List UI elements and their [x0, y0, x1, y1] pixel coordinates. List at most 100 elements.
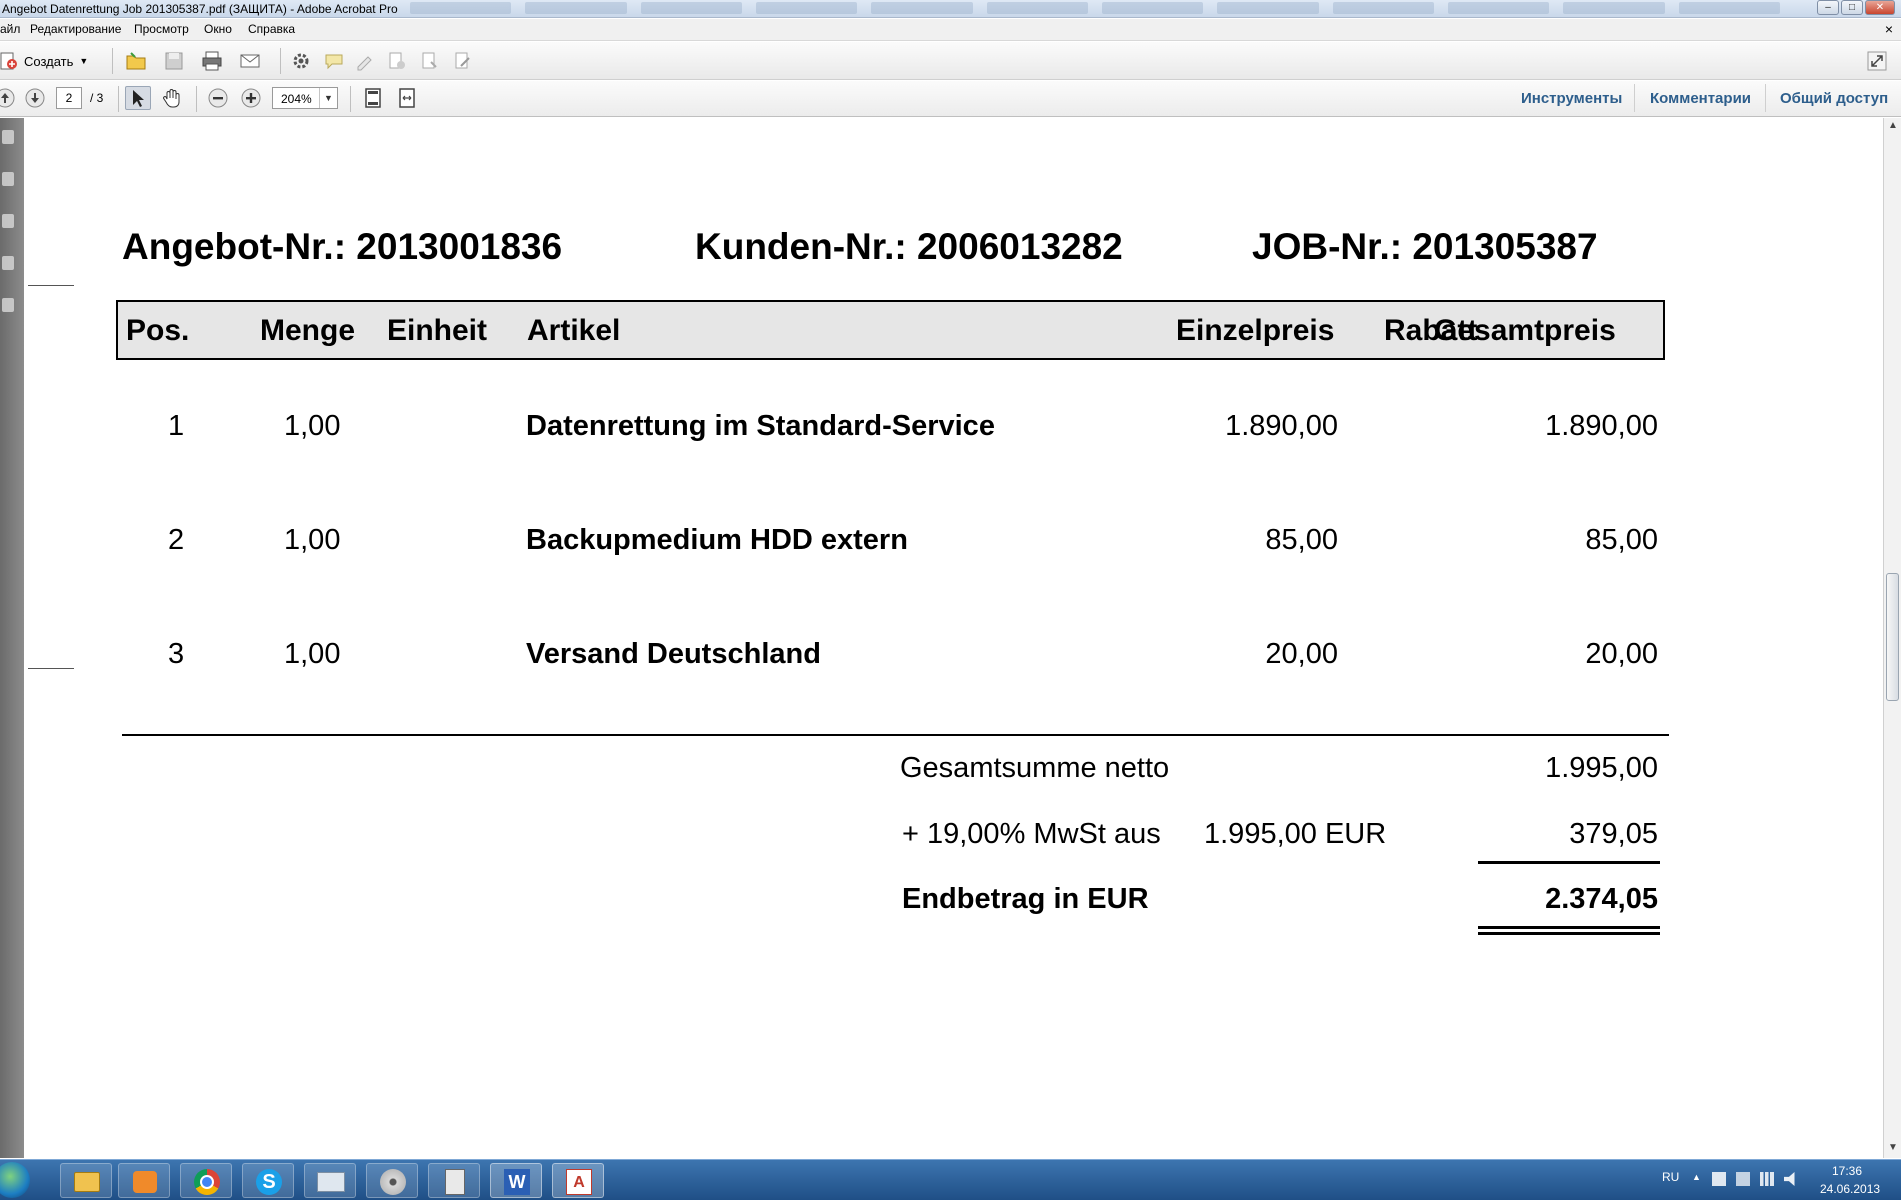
tray-expand-icon[interactable]: ▲ — [1692, 1172, 1701, 1182]
zoom-value: 204% — [281, 92, 312, 106]
row-3-einzelpreis: 20,00 — [1265, 638, 1338, 670]
email-icon — [240, 54, 260, 68]
menu-help[interactable]: Справка — [248, 22, 295, 36]
taskbar-app-explorer[interactable] — [60, 1163, 112, 1198]
taskbar-app-chrome[interactable] — [180, 1163, 232, 1198]
taskbar: S W A RU ▲ 17:36 24.06.2013 — [0, 1159, 1901, 1200]
taskbar-app-word[interactable]: W — [490, 1163, 542, 1198]
lock-icon[interactable] — [2, 130, 14, 144]
column-header-pos: Pos. — [126, 314, 190, 347]
taskbar-app-disc[interactable] — [366, 1163, 418, 1198]
column-header-menge: Menge — [260, 314, 356, 347]
print-button[interactable] — [199, 49, 225, 73]
final-double-rule-top — [1478, 926, 1660, 929]
settings-button[interactable] — [288, 49, 314, 73]
open-button[interactable] — [123, 49, 149, 73]
highlight-button[interactable] — [352, 49, 378, 73]
column-header-artikel: Artikel — [527, 314, 621, 347]
device-icon[interactable] — [1736, 1172, 1750, 1186]
menu-bar: айл Редактирование Просмотр Окно Справка… — [0, 19, 1901, 41]
taskbar-app-control-panel[interactable] — [304, 1163, 356, 1198]
attachment-icon[interactable] — [2, 256, 14, 270]
word-icon: W — [504, 1169, 530, 1195]
zoom-out-button[interactable] — [205, 86, 231, 110]
navigation-pane — [0, 118, 24, 1158]
fold-mark — [28, 668, 74, 669]
fold-mark — [28, 285, 74, 286]
pages-icon[interactable] — [2, 172, 14, 186]
previous-page-button[interactable] — [0, 86, 18, 110]
stamp-button[interactable] — [384, 49, 410, 73]
row-2-einzelpreis: 85,00 — [1265, 524, 1338, 556]
email-button[interactable] — [237, 49, 263, 73]
tools-panel-link[interactable]: Инструменты — [1521, 90, 1622, 107]
zoom-in-button[interactable] — [238, 86, 264, 110]
arrow-up-icon — [0, 88, 15, 108]
taskbar-app-calculator[interactable] — [428, 1163, 480, 1198]
zoom-in-icon — [241, 88, 261, 108]
chevron-down-icon[interactable]: ▼ — [319, 88, 337, 108]
calculator-icon — [445, 1169, 465, 1195]
comments-panel-link[interactable]: Комментарии — [1650, 90, 1751, 107]
acrobat-icon: A — [566, 1169, 592, 1195]
menu-edit[interactable]: Редактирование — [30, 22, 121, 36]
next-page-button[interactable] — [22, 86, 48, 110]
row-2-menge: 1,00 — [284, 524, 341, 556]
start-button[interactable] — [0, 1162, 30, 1198]
signature-icon[interactable] — [2, 298, 14, 312]
taskbar-app-media[interactable] — [118, 1163, 170, 1198]
attach-icon — [422, 52, 437, 69]
sign-button[interactable] — [450, 49, 476, 73]
table-bottom-rule — [122, 734, 1669, 736]
taskbar-app-skype[interactable]: S — [242, 1163, 294, 1198]
save-button[interactable] — [161, 49, 187, 73]
close-button[interactable]: ✕ — [1865, 0, 1895, 15]
taskbar-app-acrobat[interactable]: A — [552, 1163, 604, 1198]
hand-tool-button[interactable] — [159, 86, 185, 110]
scrollbar-thumb[interactable] — [1886, 573, 1899, 701]
comment-button[interactable] — [321, 49, 347, 73]
scroll-down-icon[interactable]: ▼ — [1888, 1142, 1898, 1153]
language-indicator[interactable]: RU — [1662, 1170, 1679, 1184]
final-amount-value: 2.374,05 — [1545, 883, 1658, 915]
page-total: / 3 — [90, 91, 104, 105]
zoom-out-icon — [208, 88, 228, 108]
zoom-select[interactable]: 204% ▼ — [272, 87, 338, 109]
expand-button[interactable] — [1864, 49, 1890, 73]
attach-button[interactable] — [417, 49, 443, 73]
save-icon — [165, 52, 183, 70]
minimize-button[interactable]: – — [1817, 0, 1839, 15]
main-toolbar: Создать ▼ — [0, 42, 1901, 80]
fit-width-button[interactable] — [394, 86, 420, 110]
maximize-button[interactable]: □ — [1841, 0, 1863, 15]
clock-date[interactable]: 24.06.2013 — [1820, 1182, 1880, 1196]
menu-file[interactable]: айл — [0, 22, 20, 36]
skype-icon: S — [256, 1169, 282, 1195]
menu-window[interactable]: Окно — [204, 22, 232, 36]
row-3-artikel: Versand Deutschland — [526, 638, 821, 670]
vat-label: + 19,00% MwSt aus — [902, 818, 1161, 850]
vat-base: 1.995,00 EUR — [1204, 818, 1387, 850]
bookmark-icon[interactable] — [2, 214, 14, 228]
chrome-icon — [194, 1169, 220, 1195]
menu-view[interactable]: Просмотр — [134, 22, 189, 36]
fit-page-button[interactable] — [360, 86, 386, 110]
volume-icon[interactable] — [1784, 1172, 1795, 1186]
scroll-up-icon[interactable]: ▲ — [1888, 120, 1898, 131]
close-document-icon[interactable]: × — [1885, 21, 1893, 37]
chevron-down-icon: ▼ — [79, 56, 89, 66]
open-folder-icon — [126, 52, 146, 70]
clock-time[interactable]: 17:36 — [1832, 1164, 1862, 1178]
media-player-icon — [133, 1171, 157, 1193]
print-icon — [202, 51, 222, 71]
select-tool-button[interactable] — [125, 86, 151, 110]
control-panel-icon — [317, 1172, 345, 1192]
share-panel-link[interactable]: Общий доступ — [1780, 90, 1888, 107]
customer-number: Kunden-Nr.: 2006013282 — [695, 226, 1123, 267]
create-icon — [0, 52, 17, 70]
create-button[interactable]: Создать ▼ — [0, 50, 88, 72]
network-icon[interactable] — [1760, 1172, 1774, 1186]
page-number-input[interactable]: 2 — [56, 87, 82, 109]
action-center-icon[interactable] — [1712, 1172, 1726, 1186]
vertical-scrollbar[interactable]: ▲ ▼ — [1883, 118, 1901, 1158]
